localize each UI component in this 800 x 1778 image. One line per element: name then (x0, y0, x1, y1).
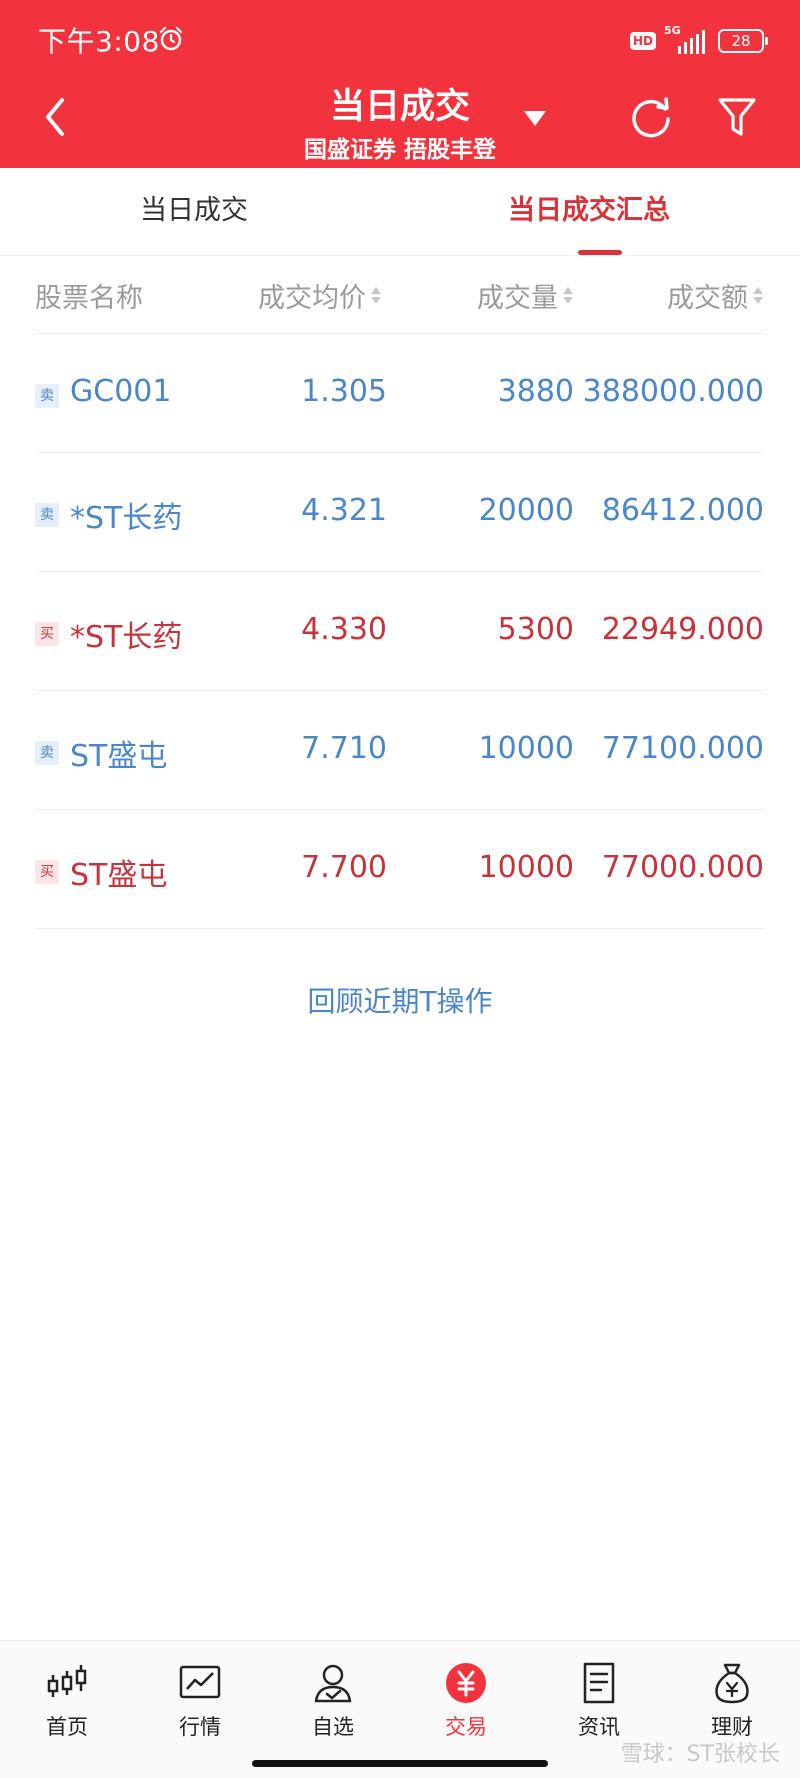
table-row[interactable]: 买 *ST长药 4.330 5300 22949.000 (0, 572, 800, 691)
table-row[interactable]: 卖 *ST长药 4.321 20000 86412.000 (0, 453, 800, 572)
battery-icon: 28 (718, 29, 768, 53)
person-check-icon (314, 1664, 352, 1703)
amount: 86412.000 (601, 493, 764, 528)
tab-today-trades[interactable]: 当日成交 (140, 188, 248, 227)
sort-icon (562, 285, 574, 307)
sort-icon (370, 285, 382, 307)
table-row[interactable]: 卖 GC001 1.305 3880 388000.000 (0, 334, 800, 453)
column-header-volume[interactable]: 成交量 (477, 276, 574, 315)
tab-bar: 当日成交 当日成交汇总 (0, 168, 800, 256)
market-chart-icon (179, 1665, 221, 1699)
buy-badge: 买 (35, 860, 59, 884)
nav-news[interactable]: 资讯 (544, 1661, 654, 1741)
nav-market[interactable]: 行情 (145, 1661, 255, 1741)
table-row[interactable]: 买 ST盛屯 7.700 10000 77000.000 (0, 810, 800, 929)
stock-name: ST盛屯 (70, 858, 168, 893)
amount: 77000.000 (601, 850, 764, 885)
amount: 388000.000 (582, 374, 764, 409)
amount: 22949.000 (601, 612, 764, 647)
avg-price: 4.321 (301, 493, 387, 528)
volume: 3880 (497, 374, 574, 409)
review-recent-t-link[interactable]: 回顾近期T操作 (0, 980, 800, 1020)
hd-badge: HD (629, 32, 656, 50)
nav-watchlist[interactable]: 自选 (278, 1661, 388, 1741)
volume: 10000 (478, 731, 574, 766)
stock-name: ST盛屯 (70, 739, 168, 774)
avg-price: 1.305 (301, 374, 387, 409)
stock-name: *ST长药 (70, 501, 183, 536)
column-header-name: 股票名称 (35, 283, 143, 314)
account-subtitle[interactable]: 国盛证券 捂股丰登 (0, 130, 800, 164)
column-header-amount[interactable]: 成交额 (667, 276, 764, 315)
nav-trade[interactable]: 交易 (411, 1661, 521, 1741)
tab-today-trades-summary[interactable]: 当日成交汇总 (508, 188, 670, 227)
money-bag-icon (715, 1663, 749, 1704)
nav-label: 首页 (46, 1715, 88, 1739)
document-icon (583, 1662, 615, 1704)
nav-home[interactable]: 首页 (12, 1661, 122, 1741)
amount: 77100.000 (601, 731, 764, 766)
column-header-avg-price[interactable]: 成交均价 (258, 276, 382, 315)
top-header: 下午3:08 HD 5G 28 当日成交 国盛证券 捂股丰登 (0, 0, 800, 168)
avg-price: 7.700 (301, 850, 387, 885)
status-indicators: HD 5G 28 (629, 24, 768, 58)
active-tab-indicator (578, 250, 622, 255)
nav-label: 行情 (179, 1715, 221, 1739)
sell-badge: 卖 (35, 741, 59, 765)
row-divider (35, 928, 765, 929)
filter-icon[interactable] (716, 94, 758, 140)
buy-badge: 买 (35, 622, 59, 646)
triangle-down-icon[interactable] (522, 108, 548, 128)
home-indicator[interactable] (252, 1760, 548, 1767)
yuan-icon (446, 1663, 486, 1703)
volume: 5300 (497, 612, 574, 647)
table-header: 股票名称 成交均价 成交量 成交额 (0, 256, 800, 334)
avg-price: 7.710 (301, 731, 387, 766)
signal-icon: 5G (664, 24, 710, 56)
nav-label: 交易 (445, 1715, 487, 1739)
sell-badge: 卖 (35, 384, 59, 408)
page-title: 当日成交 (329, 87, 470, 127)
stock-name: GC001 (70, 374, 172, 409)
avg-price: 4.330 (301, 612, 387, 647)
status-time: 下午3:08 (38, 25, 160, 58)
stock-name: *ST长药 (70, 620, 183, 655)
refresh-icon[interactable] (628, 94, 674, 140)
volume: 20000 (478, 493, 574, 528)
nav-label: 自选 (312, 1715, 354, 1739)
table-row[interactable]: 卖 ST盛屯 7.710 10000 77100.000 (0, 691, 800, 810)
sell-badge: 卖 (35, 503, 59, 527)
trade-summary-list: 卖 GC001 1.305 3880 388000.000 卖 *ST长药 4.… (0, 334, 800, 929)
candlestick-icon (47, 1665, 87, 1697)
app-root: 下午3:08 HD 5G 28 当日成交 国盛证券 捂股丰登 当日成交 当日成交… (0, 0, 800, 1778)
volume: 10000 (478, 850, 574, 885)
alarm-icon (159, 26, 183, 51)
sort-icon (752, 285, 764, 307)
watermark: 雪球：ST张校长 (620, 1742, 780, 1767)
nav-wealth[interactable]: 理财 (677, 1661, 787, 1741)
